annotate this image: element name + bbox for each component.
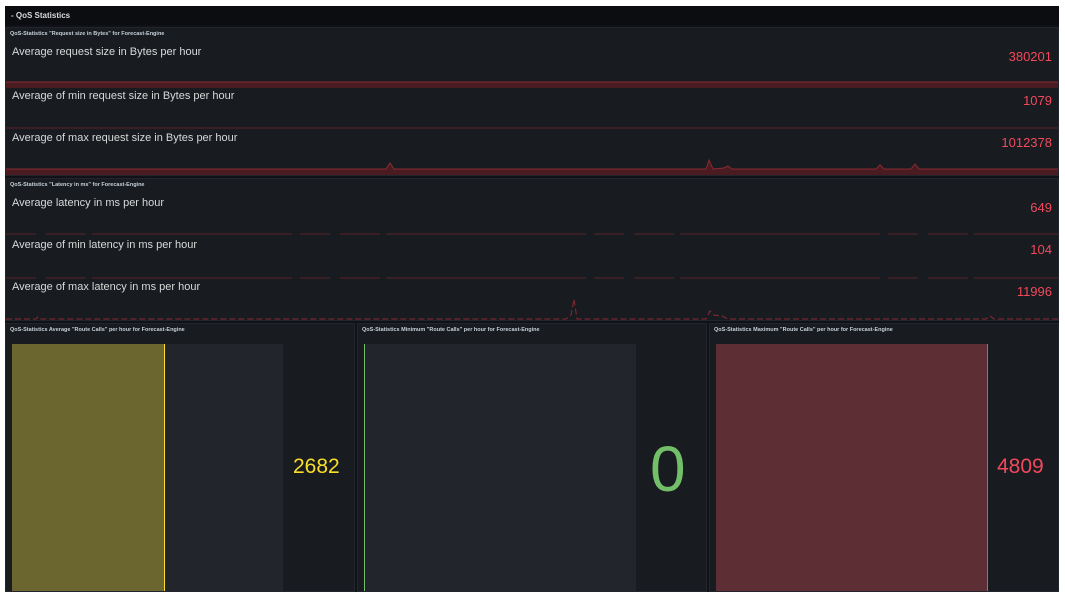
row-header-qos-statistics[interactable]: - QoS Statistics <box>5 6 1059 25</box>
stat-label: Average of min latency in ms per hour <box>12 239 198 251</box>
stat-label: Average of max latency in ms per hour <box>12 281 201 293</box>
gauge-value: 2682 <box>293 455 340 478</box>
stat-avg-latency: Average latency in ms per hour 649 <box>6 197 1058 239</box>
request-size-panel: QoS-Statistics "Request size in Bytes" f… <box>5 27 1059 176</box>
panel-title[interactable]: QoS-Statistics Maximum "Route Calls" per… <box>714 327 893 333</box>
route-calls-minimum-panel: QoS-Statistics Minimum "Route Calls" per… <box>357 323 707 592</box>
route-calls-average-panel: QoS-Statistics Average "Route Calls" per… <box>5 323 355 592</box>
sparkline <box>6 81 1058 88</box>
sparkline <box>6 233 1058 235</box>
stat-value: 104 <box>1030 242 1052 257</box>
sparkline <box>6 298 1058 320</box>
sparkline <box>6 158 1058 175</box>
stat-label: Average of min request size in Bytes per… <box>12 90 235 102</box>
stat-avg-request-size: Average request size in Bytes per hour 3… <box>6 46 1058 88</box>
stat-avg-max-request-size: Average of max request size in Bytes per… <box>6 132 1058 175</box>
bar-gauge <box>12 344 283 591</box>
bar-gauge-fill <box>12 344 165 591</box>
bar-gauge-fill <box>716 344 988 591</box>
panel-title[interactable]: QoS-Statistics "Request size in Bytes" f… <box>10 31 164 37</box>
panel-title[interactable]: QoS-Statistics "Latency in ms" for Forec… <box>10 182 145 188</box>
bar-gauge <box>716 344 988 591</box>
bar-gauge <box>364 344 636 591</box>
panel-title[interactable]: QoS-Statistics Minimum "Route Calls" per… <box>362 327 540 333</box>
gauge-value: 4809 <box>997 455 1044 478</box>
sparkline <box>6 127 1058 129</box>
stat-value: 380201 <box>1008 49 1052 64</box>
route-calls-maximum-panel: QoS-Statistics Maximum "Route Calls" per… <box>709 323 1059 592</box>
latency-panel: QoS-Statistics "Latency in ms" for Forec… <box>5 178 1059 321</box>
gauge-value: 0 <box>650 433 686 505</box>
stat-value: 649 <box>1030 200 1052 215</box>
panel-title[interactable]: QoS-Statistics Average "Route Calls" per… <box>10 327 185 333</box>
stat-label: Average of max request size in Bytes per… <box>12 132 238 144</box>
stat-avg-min-request-size: Average of min request size in Bytes per… <box>6 90 1058 132</box>
dashboard: - QoS Statistics QoS-Statistics "Request… <box>5 6 1059 592</box>
stat-label: Average request size in Bytes per hour <box>12 46 202 58</box>
stat-value: 1079 <box>1023 93 1052 108</box>
stat-label: Average latency in ms per hour <box>12 197 165 209</box>
stat-avg-max-latency: Average of max latency in ms per hour 11… <box>6 281 1058 320</box>
stat-value: 1012378 <box>1001 135 1052 150</box>
stat-avg-min-latency: Average of min latency in ms per hour 10… <box>6 239 1058 281</box>
